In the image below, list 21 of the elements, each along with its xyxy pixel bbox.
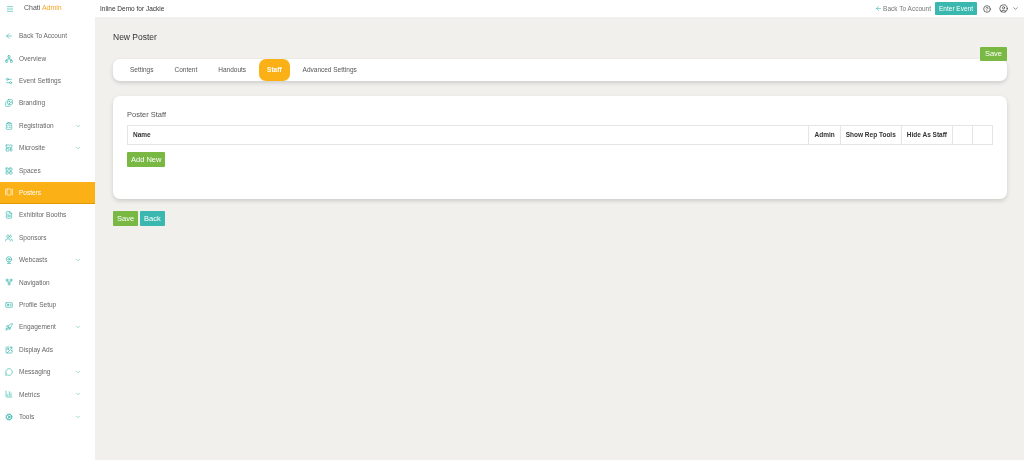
fork-icon (5, 278, 13, 287)
arrow-left-icon (5, 32, 13, 41)
image-plus-icon (5, 345, 13, 354)
arrow-left-icon (875, 5, 883, 12)
help-icon[interactable] (983, 4, 991, 13)
caret-icon[interactable] (1012, 5, 1019, 12)
id-card-icon (5, 300, 13, 309)
layout-icon (5, 144, 13, 153)
webcam-icon (5, 256, 13, 265)
clipboard-icon (5, 121, 13, 130)
rocket-icon (5, 323, 13, 332)
nodes-icon (5, 54, 13, 63)
gallery-icon (5, 188, 13, 197)
people-icon (5, 233, 13, 242)
chat-icon (5, 368, 13, 377)
images-icon (5, 99, 13, 108)
document-icon (5, 211, 13, 220)
page-title: New Poster (113, 31, 157, 44)
grid-icon (5, 166, 13, 175)
bar-chart-icon (5, 390, 13, 399)
user-icon[interactable] (999, 4, 1008, 13)
